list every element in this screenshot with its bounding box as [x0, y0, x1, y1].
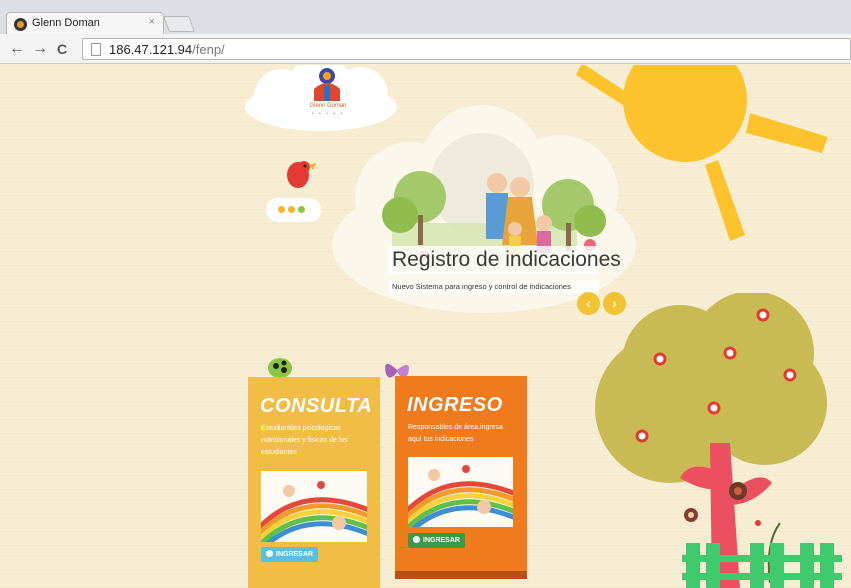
- address-bar[interactable]: 186.47.121.94/fenp/: [82, 38, 851, 60]
- slide-title: Registro de indicaciones: [388, 246, 621, 274]
- ingreso-ingresar-button[interactable]: INGRESAR: [408, 533, 465, 548]
- ingreso-title: INGRESO: [407, 394, 503, 416]
- rainbow-kids-image: [261, 471, 367, 542]
- slide-dot[interactable]: [288, 206, 295, 213]
- rainbow-kids-image: [408, 457, 513, 527]
- back-arrow-icon[interactable]: ←: [9, 40, 25, 58]
- consulta-card: CONSULTA Estudiantiles psicologicas nutr…: [248, 377, 380, 588]
- slide-subtitle: Nuevo Sistema para ingreso y control de …: [389, 280, 599, 294]
- tab-title: Glenn Doman: [32, 17, 100, 29]
- forward-arrow-icon[interactable]: →: [32, 40, 48, 58]
- consulta-title: CONSULTA: [260, 395, 373, 417]
- reload-icon[interactable]: C: [57, 41, 67, 57]
- slide-dot-active[interactable]: [298, 206, 305, 213]
- tab-close-icon[interactable]: ×: [149, 16, 155, 28]
- url-text: 186.47.121.94/fenp/: [109, 42, 225, 57]
- new-tab-button[interactable]: [163, 16, 195, 32]
- glenn-doman-logo-icon: [314, 68, 340, 101]
- ladybug-icon: [268, 358, 292, 378]
- consulta-button-label: INGRESAR: [276, 551, 313, 558]
- arrow-circle-icon: [266, 550, 273, 557]
- browser-tab-bar: Glenn Doman ×: [0, 0, 851, 34]
- ingreso-image: [408, 457, 513, 527]
- consulta-ingresar-button[interactable]: INGRESAR: [261, 547, 318, 562]
- url-path: /fenp/: [192, 42, 225, 57]
- page: Glenn Doman • • • • • Registro de indica…: [0, 65, 851, 588]
- arrow-circle-icon: [413, 536, 420, 543]
- ingreso-card: INGRESO Responsables de área,ingresa aqu…: [395, 376, 527, 579]
- green-fence-icon: [682, 543, 842, 588]
- flower-tree-illustration: [595, 293, 842, 588]
- slide-dot[interactable]: [278, 206, 285, 213]
- site-favicon-icon: [14, 18, 27, 31]
- page-icon: [91, 43, 101, 56]
- ingreso-description: Responsables de área,ingresa aquí tus in…: [408, 424, 503, 443]
- consulta-image: [261, 471, 367, 542]
- browser-tab[interactable]: Glenn Doman ×: [6, 12, 164, 34]
- slide-indicator-cloud: [266, 198, 321, 222]
- consulta-description: Estudiantiles psicologicas nutricionales…: [261, 425, 348, 456]
- browser-toolbar: ← → C 186.47.121.94/fenp/: [0, 34, 851, 64]
- red-bird-icon: [287, 161, 316, 188]
- url-host: 186.47.121.94: [109, 42, 193, 57]
- ingreso-button-label: INGRESAR: [423, 537, 460, 544]
